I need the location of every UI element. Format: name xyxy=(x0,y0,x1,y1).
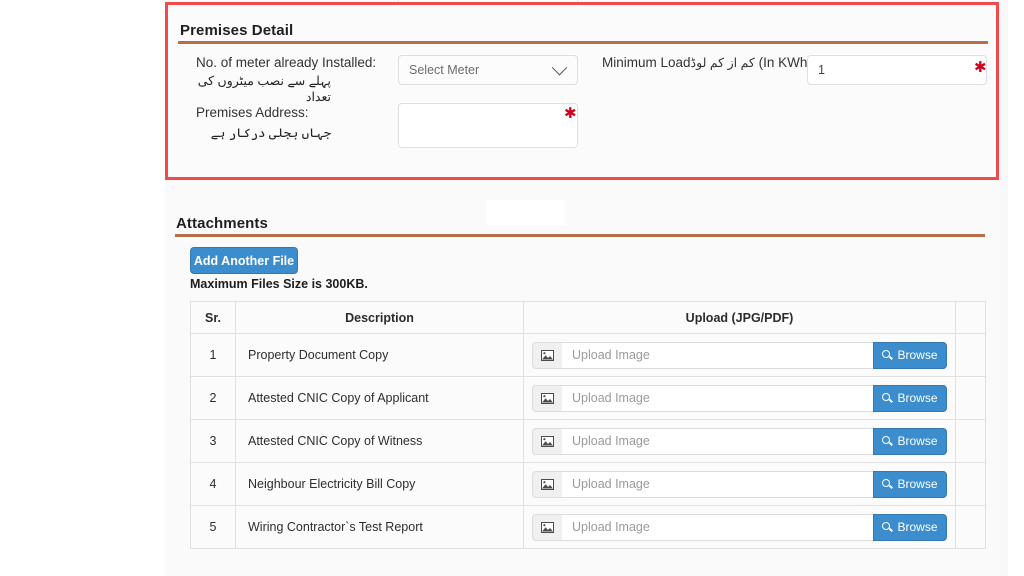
upload-input-group: Upload Image Browse xyxy=(532,427,947,455)
premises-detail-heading: Premises Detail xyxy=(180,22,294,39)
overlay-rectangle xyxy=(486,200,565,225)
image-icon xyxy=(532,427,562,455)
row-description: Property Document Copy xyxy=(235,333,524,377)
upload-input-group: Upload Image Browse xyxy=(532,470,947,498)
table-header-row: Sr. Description Upload (JPG/PDF) xyxy=(190,301,986,334)
search-icon xyxy=(882,478,893,490)
browse-button[interactable]: Browse xyxy=(873,470,947,498)
table-row: 2 Attested CNIC Copy of Applicant Upload I… xyxy=(190,376,986,420)
attachments-heading-divider xyxy=(175,234,985,237)
table-row: 5 Wiring Contractor`s Test Report Upload I… xyxy=(190,505,986,549)
minimum-load-label-text: Minimum Load xyxy=(602,55,691,70)
column-header-description: Description xyxy=(235,301,524,334)
browse-button[interactable]: Browse xyxy=(873,384,947,412)
table-row: 3 Attested CNIC Copy of Witness Upload Ima… xyxy=(190,419,986,463)
search-icon xyxy=(882,435,893,447)
upload-image-field[interactable]: Upload Image xyxy=(562,384,873,412)
upload-input-group: Upload Image Browse xyxy=(532,384,947,412)
row-blank-cell xyxy=(955,419,986,463)
upload-image-field[interactable]: Upload Image xyxy=(562,341,873,369)
meter-count-label-urdu: پہلے سے نصب میٹروں کی تعداد xyxy=(197,74,331,105)
attachments-table: Sr. Description Upload (JPG/PDF) 1 Proper… xyxy=(190,301,986,549)
column-header-sr: Sr. xyxy=(190,301,236,334)
row-serial: 2 xyxy=(190,376,236,420)
column-header-blank xyxy=(955,301,986,334)
row-upload-cell: Upload Image Browse xyxy=(523,419,956,463)
row-upload-cell: Upload Image Browse xyxy=(523,462,956,506)
row-blank-cell xyxy=(955,505,986,549)
search-icon xyxy=(882,349,893,361)
row-upload-cell: Upload Image Browse xyxy=(523,376,956,420)
premises-detail-panel: Premises Detail No. of meter already Ins… xyxy=(165,2,999,180)
browse-button[interactable]: Browse xyxy=(873,513,947,541)
upload-image-field[interactable]: Upload Image xyxy=(562,427,873,455)
row-serial: 1 xyxy=(190,333,236,377)
table-row: 4 Neighbour Electricity Bill Copy Upload I… xyxy=(190,462,986,506)
browse-button[interactable]: Browse xyxy=(873,427,947,455)
row-serial: 5 xyxy=(190,505,236,549)
minimum-load-input[interactable] xyxy=(807,55,987,85)
row-serial: 3 xyxy=(190,419,236,463)
premises-address-required-star: ✱ xyxy=(564,104,577,122)
image-icon xyxy=(532,384,562,412)
row-description: Neighbour Electricity Bill Copy xyxy=(235,462,524,506)
image-icon xyxy=(532,341,562,369)
row-description: Attested CNIC Copy of Witness xyxy=(235,419,524,463)
search-icon xyxy=(882,392,893,404)
image-icon xyxy=(532,513,562,541)
row-upload-cell: Upload Image Browse xyxy=(523,505,956,549)
browse-button-label: Browse xyxy=(897,391,938,405)
meter-count-label: No. of meter already Installed: xyxy=(196,55,377,70)
upload-image-field[interactable]: Upload Image xyxy=(562,470,873,498)
upload-image-field[interactable]: Upload Image xyxy=(562,513,873,541)
row-blank-cell xyxy=(955,333,986,377)
table-row: 1 Property Document Copy Upload Image Brows… xyxy=(190,333,986,377)
meter-count-select[interactable]: Select Meter xyxy=(398,55,578,85)
column-header-upload: Upload (JPG/PDF) xyxy=(523,301,956,334)
row-blank-cell xyxy=(955,376,986,420)
minimum-load-label-urdu: کم از کم لوڈ xyxy=(690,56,755,70)
chevron-down-icon xyxy=(551,59,568,75)
attachments-heading: Attachments xyxy=(176,215,268,232)
row-description: Attested CNIC Copy of Applicant xyxy=(235,376,524,420)
max-file-size-note: Maximum Files Size is 300KB. xyxy=(190,277,368,291)
minimum-load-label: Minimum Loadکم از کم لوڈ (In KWh): xyxy=(602,55,816,71)
premises-address-label: Premises Address: xyxy=(196,105,309,120)
browse-button-label: Browse xyxy=(897,477,938,491)
row-description: Wiring Contractor`s Test Report xyxy=(235,505,524,549)
browse-button-label: Browse xyxy=(897,434,938,448)
upload-input-group: Upload Image Browse xyxy=(532,341,947,369)
minimum-load-required-star: ✱ xyxy=(974,58,987,76)
premises-address-textarea[interactable] xyxy=(398,103,578,148)
search-icon xyxy=(882,521,893,533)
browse-button[interactable]: Browse xyxy=(873,341,947,369)
row-blank-cell xyxy=(955,462,986,506)
meter-count-select-value: Select Meter xyxy=(409,63,480,77)
browse-button-label: Browse xyxy=(897,348,938,362)
premises-heading-divider xyxy=(178,41,988,44)
application-screen: Premises Detail No. of meter already Ins… xyxy=(0,0,1024,576)
add-another-file-button[interactable]: Add Another File xyxy=(190,247,298,274)
row-serial: 4 xyxy=(190,462,236,506)
image-icon xyxy=(532,470,562,498)
upload-input-group: Upload Image Browse xyxy=(532,513,947,541)
browse-button-label: Browse xyxy=(897,520,938,534)
premises-address-label-urdu: جہاں بجلی درکار ہے xyxy=(210,126,331,140)
row-upload-cell: Upload Image Browse xyxy=(523,333,956,377)
